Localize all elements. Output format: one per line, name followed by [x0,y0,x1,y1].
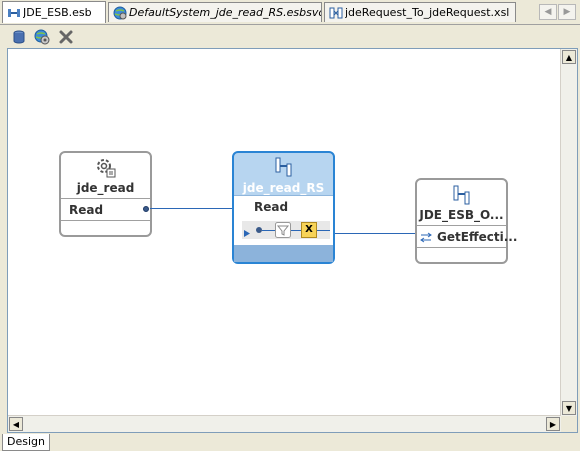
rule-wire [291,230,301,231]
esb-design-canvas[interactable]: jde_read Read jde_read_RS Read X JDE_ESB… [7,48,578,433]
tab-label: jdeRequest_To_jdeRequest.xsl [345,6,510,19]
rule-wire [262,230,276,231]
empty-row [417,247,506,262]
request-reply-arrows-icon [420,232,432,243]
routing-rule-row[interactable]: X [242,221,330,239]
operation-row[interactable]: Read [61,198,150,220]
rule-arrowhead-icon [244,230,250,237]
node-title: jde_read [76,181,135,195]
globe-service-icon [113,6,127,19]
node-footer [234,245,333,262]
tab-navigation: ◀ ▶ [538,4,576,20]
scroll-down-button[interactable]: ▼ [562,401,576,415]
node-body: Read X [234,195,333,245]
scroll-up-button[interactable]: ▲ [562,50,576,64]
node-title: jde_read_RS [242,181,325,195]
scrollbar-corner [561,416,577,432]
gear-adapter-icon [96,159,115,178]
service-node-jde-esb-o[interactable]: JDE_ESB_O... GetEffecti... [415,178,517,264]
xsl-transform-icon[interactable]: X [301,222,317,238]
horizontal-scrollbar[interactable]: ◀ ▶ [8,415,561,432]
routing-service-node-jde-read-rs[interactable]: jde_read_RS Read X [232,151,335,264]
connection-wire[interactable] [150,208,240,209]
rule-wire [317,230,330,231]
filter-icon[interactable] [275,222,291,238]
tab-label: JDE_ESB.esb [23,6,92,19]
esb-diagram-icon [8,8,20,17]
tab-defaultsystem-service[interactable]: DefaultSystem_jde_read_RS.esbsvc [108,2,322,22]
empty-row [61,220,150,235]
tab-jde-esb[interactable]: JDE_ESB.esb [2,1,106,23]
vertical-scrollbar[interactable]: ▲ ▼ [560,49,577,416]
diagram-toolbar [0,25,580,49]
tab-label: DefaultSystem_jde_read_RS.esbsvc [129,6,321,19]
operation-label: Read [254,200,289,214]
scroll-left-button[interactable]: ◀ [9,417,23,431]
operation-row[interactable]: Read [234,195,333,217]
editor-tab-strip: JDE_ESB.esb DefaultSystem_jde_read_RS.es… [0,0,580,25]
tab-design[interactable]: Design [2,434,50,451]
node-title: JDE_ESB_O... [419,208,504,222]
tab-scroll-right-button[interactable]: ▶ [558,4,576,20]
database-icon[interactable] [11,29,27,45]
routing-service-icon [275,157,291,177]
routing-service-icon [453,185,469,205]
operation-label: GetEffecti... [437,230,518,244]
operation-row[interactable]: GetEffecti... [417,225,517,247]
scroll-right-button[interactable]: ▶ [546,417,560,431]
delete-x-icon[interactable] [58,29,74,45]
adapter-node-jde-read[interactable]: jde_read Read [59,151,152,237]
connection-wire[interactable] [335,233,427,234]
output-port-dot[interactable] [143,206,149,212]
operation-label: Read [69,203,104,217]
tab-scroll-left-button[interactable]: ◀ [539,4,557,20]
tab-xsl-map[interactable]: jdeRequest_To_jdeRequest.xsl [324,2,516,22]
globe-gear-icon[interactable] [34,29,50,45]
xsl-map-icon [329,7,343,18]
